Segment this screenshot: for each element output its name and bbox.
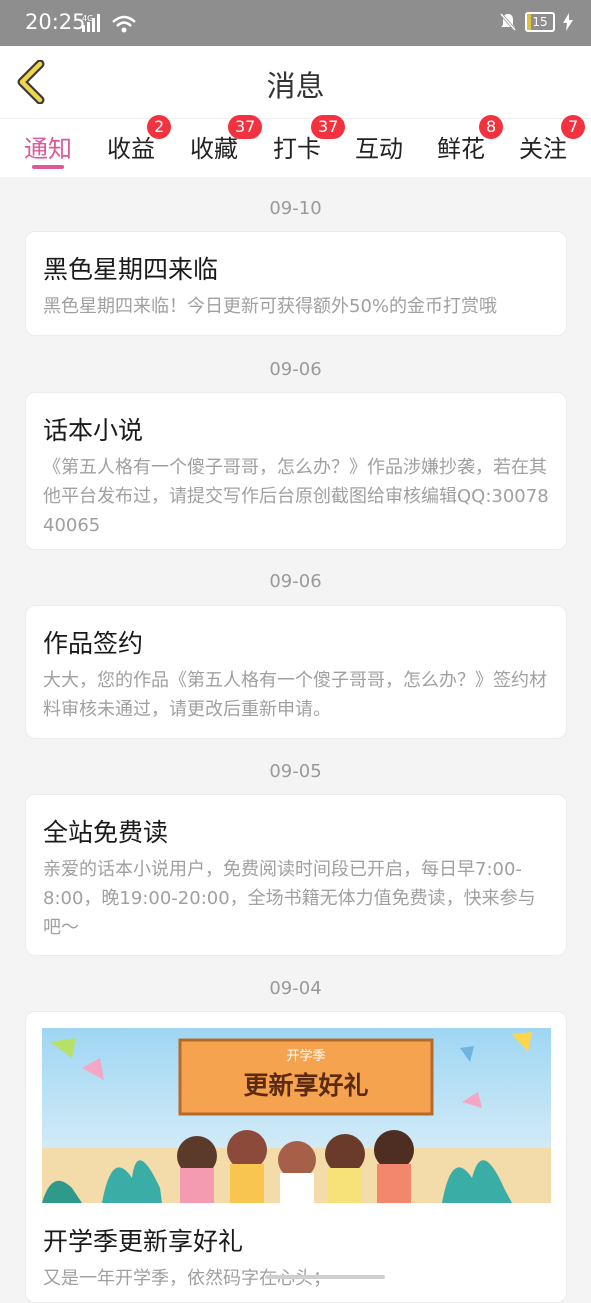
tab-checkin[interactable]: 打卡 37: [273, 115, 346, 164]
message-title: 话本小说: [43, 416, 144, 445]
tab-label: 鲜花: [437, 135, 485, 163]
tab-follow[interactable]: 关注 7: [519, 115, 586, 164]
message-title: 开学季更新享好礼: [43, 1227, 244, 1256]
message-card[interactable]: 作品签约 大大，您的作品《第五人格有一个傻子哥哥，怎么办？》签约材料审核未通过，…: [25, 605, 567, 739]
tab-flowers[interactable]: 鲜花 8: [437, 115, 504, 164]
signal-icon: 4G: [82, 14, 136, 33]
message-date: 09-06: [269, 359, 322, 380]
tab-label: 通知: [24, 135, 72, 163]
promo-banner-image: 开学季 更新享好礼: [42, 1028, 551, 1203]
status-bar: 20:25 4G 15: [0, 0, 591, 46]
active-tab-indicator: [32, 165, 64, 169]
tab-label: 收益: [107, 135, 155, 163]
tab-label: 关注: [519, 135, 567, 163]
charging-icon: [563, 13, 573, 31]
message-title: 全站免费读: [43, 818, 169, 847]
banner-main-text: 更新享好礼: [243, 1071, 368, 1100]
mute-bell-icon: [499, 13, 517, 31]
message-date: 09-06: [269, 571, 322, 592]
message-body: 大大，您的作品《第五人格有一个傻子哥哥，怎么办？》签约材料审核未通过，请更改后重…: [43, 670, 547, 720]
tab-bar: 通知 收益 2 收藏 37 打卡 37 互动 鲜花 8 关注 7: [0, 115, 591, 177]
tab-label: 打卡: [273, 135, 321, 163]
message-card[interactable]: 开学季 更新享好礼 开学季更新享好礼 又是一年开学季，依然码字在心头；: [25, 1011, 567, 1303]
message-body: 亲爱的话本小说用户，免费阅读时间段已开启，每日早7:00-8:00，晚19:00…: [43, 859, 536, 938]
message-card[interactable]: 话本小说 《第五人格有一个傻子哥哥，怎么办？》作品涉嫌抄袭，若在其他平台发布过，…: [25, 392, 567, 550]
message-date: 09-05: [269, 761, 322, 782]
message-title: 黑色星期四来临: [43, 255, 219, 284]
unread-badge: 8: [479, 115, 504, 139]
tab-earnings[interactable]: 收益 2: [107, 115, 172, 164]
tab-label: 互动: [355, 135, 403, 163]
scroll-indicator: [265, 1275, 385, 1279]
status-time: 20:25: [25, 10, 86, 34]
tab-interaction[interactable]: 互动: [355, 129, 403, 164]
nav-bar: 消息: [0, 46, 591, 118]
network-label: 4G: [82, 14, 93, 23]
message-card[interactable]: 全站免费读 亲爱的话本小说用户，免费阅读时间段已开启，每日早7:00-8:00，…: [25, 794, 567, 956]
tab-favorites[interactable]: 收藏 37: [190, 115, 263, 164]
message-body: 《第五人格有一个傻子哥哥，怎么办？》作品涉嫌抄袭，若在其他平台发布过，请提交写作…: [43, 457, 549, 536]
promo-illustration: 开学季 更新享好礼: [42, 1028, 551, 1203]
unread-badge: 7: [561, 115, 586, 139]
message-title: 作品签约: [43, 629, 144, 658]
message-body: 黑色星期四来临！今日更新可获得额外50%的金币打赏哦: [43, 296, 498, 317]
battery-icon: 15: [525, 12, 555, 32]
message-card[interactable]: 黑色星期四来临 黑色星期四来临！今日更新可获得额外50%的金币打赏哦: [25, 231, 567, 336]
banner-top-text: 开学季: [286, 1048, 325, 1064]
tab-label: 收藏: [190, 135, 238, 163]
unread-badge: 37: [228, 115, 263, 139]
message-date: 09-10: [269, 198, 322, 219]
unread-badge: 37: [311, 115, 346, 139]
battery-level: 15: [532, 15, 548, 29]
page-title: 消息: [266, 69, 325, 103]
unread-badge: 2: [147, 115, 172, 139]
tab-notice[interactable]: 通知: [24, 129, 72, 169]
message-date: 09-04: [269, 978, 322, 999]
